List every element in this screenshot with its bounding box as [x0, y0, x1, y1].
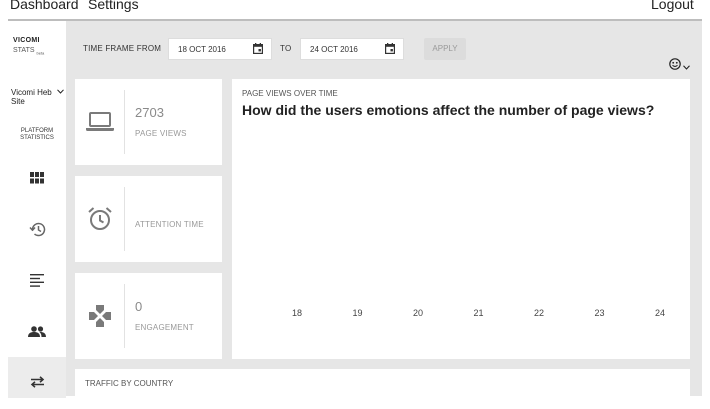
x-tick-label: 20 — [412, 308, 424, 318]
traffic-title: TRAFFIC BY COUNTRY — [85, 379, 174, 388]
engagement-label: ENGAGEMENT — [135, 323, 194, 332]
site-name: Vicomi Heb Site — [11, 88, 52, 106]
x-tick-label: 19 — [352, 308, 363, 318]
chevron-down-icon — [683, 57, 690, 75]
brand-product: STATS — [13, 47, 35, 54]
dashboard-link[interactable]: Dashboard — [10, 0, 79, 12]
x-tick-label: 24 — [654, 308, 666, 318]
brand-beta: beta — [36, 50, 45, 56]
chart-subtitle: PAGE VIEWS OVER TIME — [242, 89, 338, 98]
chevron-down-icon — [57, 88, 64, 97]
site-selector[interactable]: Vicomi Heb Site — [11, 88, 65, 106]
page-views-value: 2703 — [135, 105, 164, 120]
page-views-card: 2703 PAGE VIEWS — [75, 79, 222, 165]
x-tick-label: 22 — [533, 308, 545, 318]
to-date-input[interactable]: 24 OCT 2016 — [300, 38, 404, 60]
gamepad-icon — [75, 273, 125, 359]
attention-time-label: ATTENTION TIME — [135, 220, 204, 229]
logout-link[interactable]: Logout — [651, 0, 694, 12]
page-views-chart-card: PAGE VIEWS OVER TIME How did the users e… — [232, 79, 690, 359]
brand-name: VICOMI — [13, 37, 40, 44]
traffic-by-country-card: TRAFFIC BY COUNTRY — [75, 369, 690, 409]
x-tick-label: 23 — [594, 308, 605, 318]
to-date-value: 24 OCT 2016 — [310, 45, 358, 54]
top-navigation: Dashboard Settings Logout — [0, 0, 710, 20]
from-date-input[interactable]: 18 OCT 2016 — [168, 38, 272, 60]
x-tick-label: 18 — [291, 308, 303, 318]
calendar-icon[interactable] — [385, 43, 396, 56]
time-frame-filter: TIME FRAME FROM 18 OCT 2016 TO 24 OCT 20… — [66, 35, 702, 65]
page-views-label: PAGE VIEWS — [135, 129, 187, 138]
dashboard-app: VICOMI STATS beta Vicomi Heb Site PLATFO… — [8, 19, 702, 409]
x-tick-label: 21 — [473, 308, 484, 318]
swap-arrows-icon[interactable] — [26, 371, 48, 393]
alarm-clock-icon — [75, 176, 125, 262]
smiley-icon — [669, 57, 681, 75]
sidebar: VICOMI STATS beta Vicomi Heb Site PLATFO… — [8, 21, 66, 398]
engagement-card: 0 ENGAGEMENT — [75, 273, 222, 359]
people-icon[interactable] — [26, 320, 48, 342]
settings-link[interactable]: Settings — [88, 0, 139, 12]
platform-statistics-link[interactable]: PLATFORM STATISTICS — [8, 128, 66, 142]
engagement-value: 0 — [135, 299, 143, 314]
to-label: TO — [280, 44, 292, 53]
grid-icon[interactable] — [26, 167, 48, 189]
apply-button[interactable]: APPLY — [424, 38, 466, 60]
text-lines-icon[interactable] — [26, 269, 48, 291]
time-frame-from-label: TIME FRAME FROM — [83, 44, 162, 53]
chart-title: How did the users emotions affect the nu… — [242, 102, 655, 118]
attention-time-card: ATTENTION TIME — [75, 176, 222, 262]
emotion-filter-dropdown[interactable] — [669, 57, 693, 75]
calendar-icon[interactable] — [253, 43, 264, 56]
history-icon[interactable] — [26, 218, 48, 240]
brand-logo: VICOMI STATS beta — [13, 36, 44, 58]
laptop-icon — [75, 79, 125, 165]
from-date-value: 18 OCT 2016 — [178, 45, 226, 54]
